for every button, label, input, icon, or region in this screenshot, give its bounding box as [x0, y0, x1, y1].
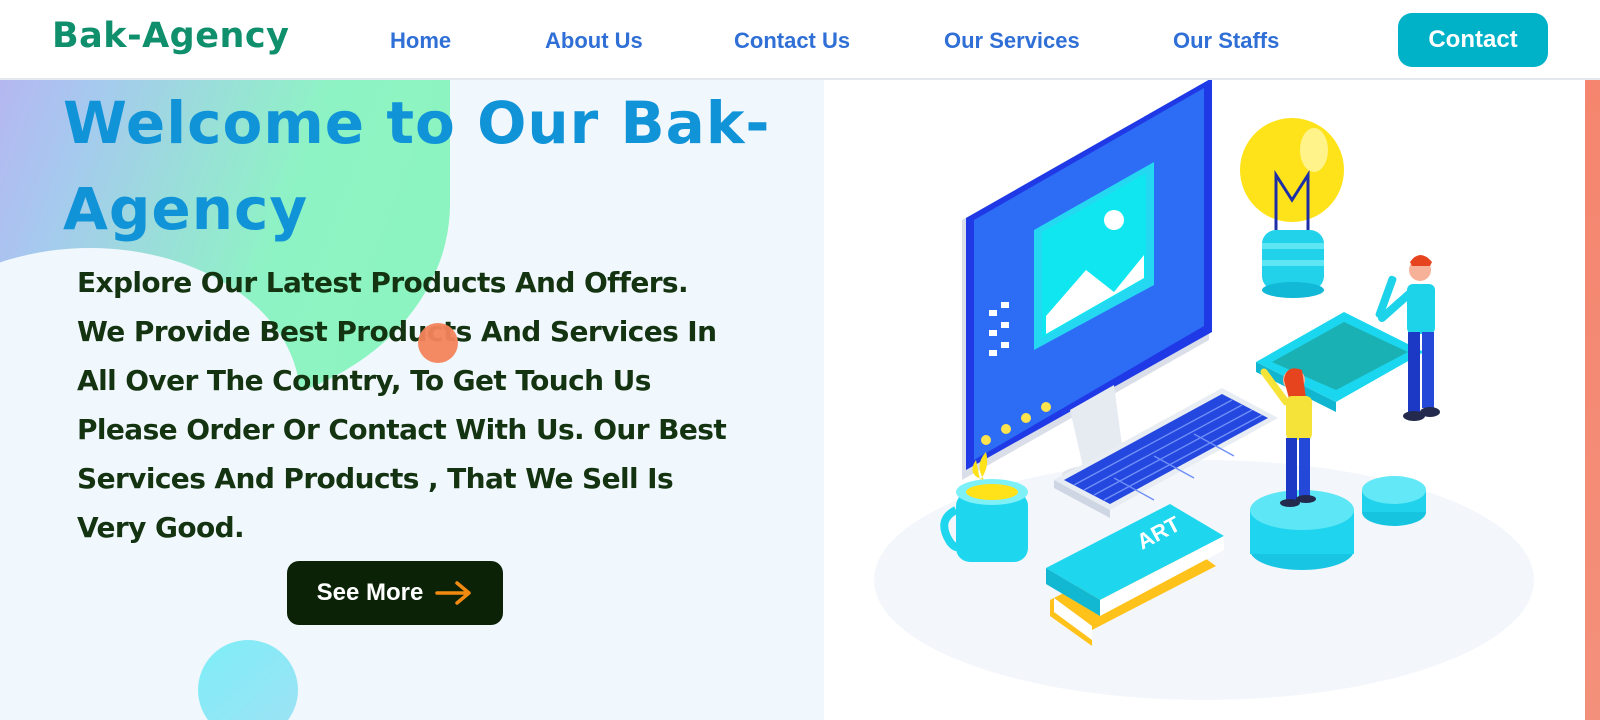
site-header: Bak-Agency Home About Us Contact Us Our …	[0, 0, 1600, 80]
see-more-label: See More	[316, 579, 424, 606]
decorative-orange-dot	[418, 323, 458, 363]
lightbulb-icon	[1240, 118, 1344, 298]
nav-link-our-staffs[interactable]: Our Staffs	[1173, 28, 1279, 54]
cylinder-icon	[1362, 476, 1426, 526]
workspace-illustration: ART	[874, 80, 1534, 700]
mug-icon	[940, 452, 1028, 562]
nav-link-home[interactable]: Home	[390, 28, 451, 54]
hero-illustration-panel: ART	[824, 80, 1584, 720]
hero-description: Explore Our Latest Products And Offers. …	[77, 266, 727, 544]
see-more-button[interactable]: See More	[287, 561, 503, 625]
contact-button[interactable]: Contact	[1398, 13, 1548, 67]
nav-link-our-services[interactable]: Our Services	[944, 28, 1080, 54]
site-logo[interactable]: Bak-Agency	[52, 16, 289, 56]
nav-link-about-us[interactable]: About Us	[545, 28, 643, 54]
hero-title: Welcome to Our Bak-Agency	[63, 89, 771, 243]
arrow-right-icon	[435, 581, 472, 605]
hero-section: Welcome to Our Bak-Agency Explore Our La…	[0, 80, 824, 720]
nav-link-contact-us[interactable]: Contact Us	[734, 28, 850, 54]
decorative-circle	[198, 640, 298, 720]
decorative-edge-strip	[1585, 80, 1600, 720]
